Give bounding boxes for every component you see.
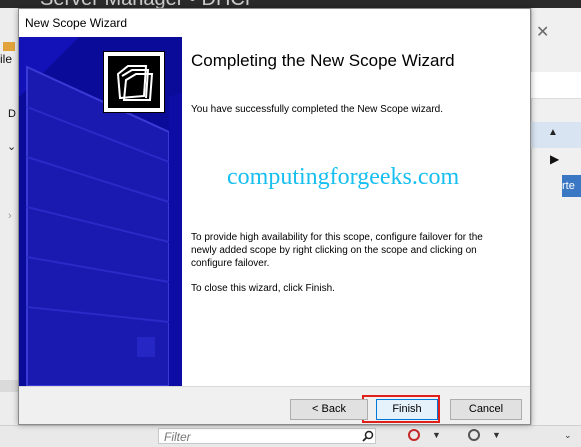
background-window-title: Server Manager • DHCP [40, 0, 258, 8]
back-button[interactable]: < Back [290, 399, 368, 420]
wizard-body: Completing the New Scope Wizard You have… [19, 37, 530, 386]
app-icon [3, 42, 15, 51]
search-icon[interactable] [362, 430, 374, 442]
new-scope-wizard-dialog: New Scope Wizard Completing the New Scop… [18, 8, 531, 425]
finish-button[interactable]: Finish [376, 399, 438, 420]
action-button[interactable]: rte [562, 175, 581, 197]
chevron-right-icon[interactable]: › [8, 210, 12, 222]
wizard-banner-graphic [19, 37, 182, 386]
failover-instructions: To provide high availability for this sc… [191, 232, 483, 269]
filter-input[interactable]: Filter [158, 428, 376, 444]
chevron-down-icon[interactable]: ⌄ [7, 140, 16, 153]
save-icon[interactable] [468, 429, 480, 441]
scroll-up-arrow-icon[interactable]: ▲ [548, 127, 558, 138]
folder-icon [103, 51, 165, 113]
scrollbar[interactable] [0, 380, 18, 392]
tree-item[interactable]: D [8, 108, 16, 120]
expand-arrow-icon[interactable]: ▶ [550, 152, 559, 166]
wizard-title: New Scope Wizard [25, 16, 128, 30]
background-titlebar: Server Manager • DHCP [0, 0, 581, 8]
filter-icon[interactable] [408, 429, 420, 441]
chevron-down-icon[interactable]: ⌄ [564, 430, 572, 441]
chevron-down-icon[interactable]: ▼ [432, 430, 441, 440]
watermark-text: computingforgeeks.com [227, 164, 460, 190]
wizard-heading: Completing the New Scope Wizard [191, 51, 455, 70]
chevron-down-icon[interactable]: ▼ [492, 430, 501, 440]
file-menu[interactable]: ile [0, 52, 12, 66]
footer-divider [19, 386, 530, 387]
background-toolbar-strip [531, 72, 581, 99]
success-message: You have successfully completed the New … [191, 104, 443, 115]
cancel-button[interactable]: Cancel [450, 399, 522, 420]
close-instructions: To close this wizard, click Finish. [191, 283, 335, 294]
close-icon[interactable]: ✕ [536, 22, 549, 42]
wizard-titlebar[interactable]: New Scope Wizard [19, 9, 530, 37]
